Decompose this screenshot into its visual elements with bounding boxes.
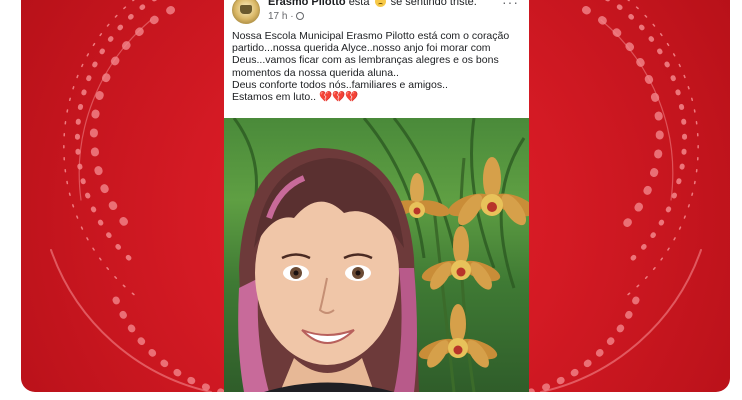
mourning-text: Estamos em luto..: [232, 91, 317, 104]
feeling-text: se sentindo triste.: [390, 0, 477, 8]
sad-face-icon: [374, 0, 386, 7]
post-paragraph: Nossa Escola Municipal Erasmo Pilotto es…: [232, 30, 510, 79]
broken-heart-emojis: 💔💔💔: [318, 91, 359, 104]
post-body: Nossa Escola Municipal Erasmo Pilotto es…: [232, 30, 524, 103]
avatar-emblem: [240, 5, 252, 14]
author-line: Erasmo Pilotto está se sentindo triste.: [268, 0, 477, 8]
post-time[interactable]: 17 h ·: [268, 11, 294, 22]
post-paragraph: Deus conforte todos nós..familiares e am…: [232, 78, 448, 91]
school-avatar[interactable]: [232, 0, 260, 24]
post-header: Erasmo Pilotto está se sentindo triste. …: [224, 0, 529, 26]
post-photo[interactable]: [224, 118, 529, 392]
globe-icon: [296, 12, 305, 20]
facebook-post-card: Erasmo Pilotto está se sentindo triste. …: [224, 0, 529, 392]
post-paragraph-last: Estamos em luto.. 💔💔💔: [232, 91, 524, 103]
feeling-prefix: está: [348, 0, 370, 8]
post-meta: 17 h ·: [268, 11, 305, 22]
screenshot-frame: Erasmo Pilotto está se sentindo triste. …: [0, 0, 742, 400]
photo-illustration: [232, 118, 529, 392]
more-options-icon[interactable]: ···: [502, 0, 519, 10]
author-name[interactable]: Erasmo Pilotto: [268, 0, 346, 8]
